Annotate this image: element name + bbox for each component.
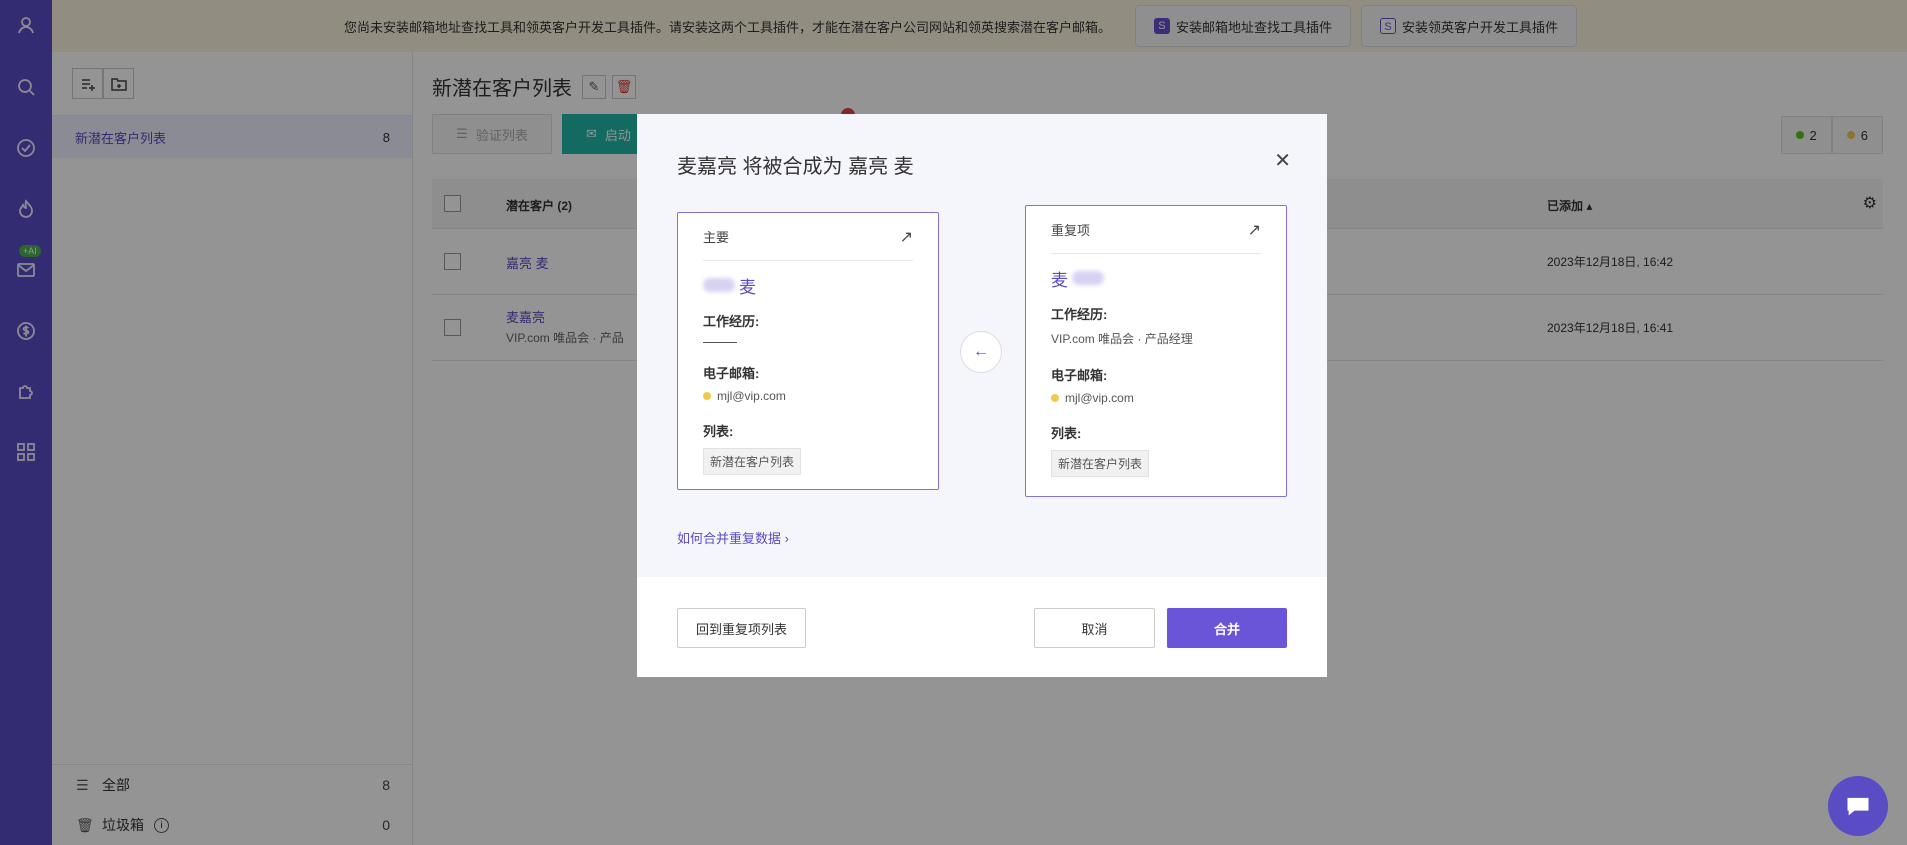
contact-name: 麦: [1051, 266, 1261, 290]
card-header-label: 重复项: [1051, 223, 1091, 238]
swap-arrow-button[interactable]: ←: [960, 331, 1002, 373]
email-text: mjl@vip.com: [1065, 391, 1134, 405]
back-to-duplicates-button[interactable]: 回到重复项列表: [677, 608, 806, 648]
cancel-button[interactable]: 取消: [1034, 608, 1155, 648]
list-tag: 新潜在客户列表: [1051, 450, 1150, 477]
contact-name-text: 麦: [739, 277, 756, 297]
dialog-title: 麦嘉亮 将被合成为 嘉亮 麦: [677, 156, 914, 178]
email-value: mjl@vip.com: [703, 389, 913, 403]
email-status-dot: [1051, 394, 1059, 402]
email-status-dot: [703, 392, 711, 400]
email-value: mjl@vip.com: [1051, 391, 1261, 405]
chat-bubble-icon: [1847, 797, 1869, 816]
work-label: 工作经历:: [1051, 307, 1108, 322]
empty-value-dash: [703, 342, 737, 343]
email-label: 电子邮箱:: [1051, 368, 1108, 383]
external-link-icon[interactable]: ↗: [900, 227, 913, 247]
work-value: VIP.com 唯品会 · 产品经理: [1051, 332, 1193, 346]
chat-widget-button[interactable]: [1828, 776, 1888, 836]
redacted-name-part: [1072, 271, 1104, 285]
arrow-left-icon: ←: [973, 343, 989, 360]
redacted-name-part: [703, 278, 735, 292]
merge-button[interactable]: 合并: [1167, 608, 1287, 648]
list-label: 列表:: [1051, 426, 1082, 441]
merge-duplicates-dialog: 麦嘉亮 将被合成为 嘉亮 麦 ✕ 主要 ↗ 麦 工作经历: 电子邮箱: mjl@…: [637, 114, 1327, 677]
list-label: 列表:: [703, 424, 734, 439]
card-header-label: 主要: [703, 230, 730, 245]
card-header: 重复项 ↗: [1051, 206, 1261, 254]
close-icon[interactable]: ✕: [1274, 148, 1291, 173]
contact-name: 麦: [703, 273, 913, 297]
how-to-merge-link[interactable]: 如何合并重复数据 ›: [677, 528, 789, 547]
contact-name-text: 麦: [1051, 270, 1068, 290]
email-label: 电子邮箱:: [703, 366, 760, 381]
external-link-icon[interactable]: ↗: [1248, 220, 1261, 240]
email-text: mjl@vip.com: [717, 389, 786, 403]
primary-contact-card: 主要 ↗ 麦 工作经历: 电子邮箱: mjl@vip.com 列表: 新潜在客户…: [677, 212, 939, 490]
dialog-body: 麦嘉亮 将被合成为 嘉亮 麦 ✕ 主要 ↗ 麦 工作经历: 电子邮箱: mjl@…: [637, 114, 1327, 577]
list-tag: 新潜在客户列表: [703, 448, 802, 475]
card-header: 主要 ↗: [703, 213, 913, 261]
work-label: 工作经历:: [703, 314, 760, 329]
duplicate-contact-card: 重复项 ↗ 麦 工作经历: VIP.com 唯品会 · 产品经理 电子邮箱: m…: [1025, 205, 1287, 497]
